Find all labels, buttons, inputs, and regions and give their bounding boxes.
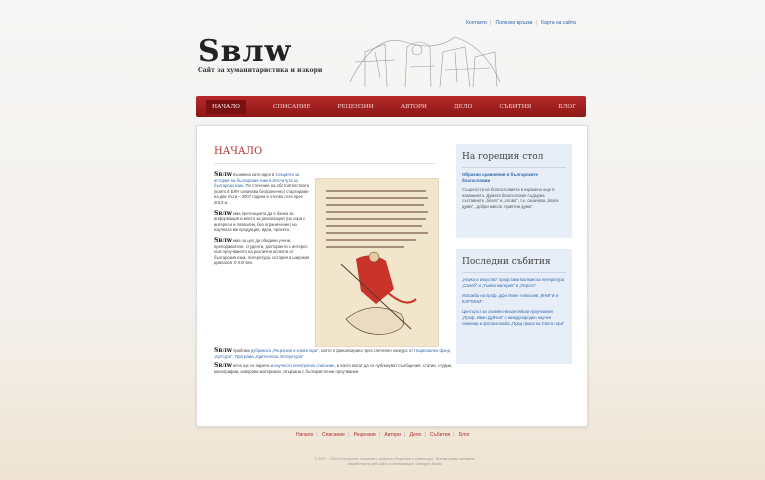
- events-box: Последни събития „Наука и изкуство“ пред…: [456, 249, 572, 364]
- header-illustration: [349, 36, 501, 88]
- hot-seat-text: Същността на благословията в изразена ощ…: [462, 187, 559, 209]
- hot-seat-box: На горещия стол Образни сравнения в бълг…: [456, 144, 572, 238]
- intro-text: Sвлw възникна като идея в Секцията за ис…: [214, 172, 312, 271]
- nav-events[interactable]: СЪБИТИЯ: [499, 104, 531, 110]
- nav-reviews[interactable]: РЕЦЕНЗИИ: [338, 104, 374, 110]
- hot-seat-link[interactable]: Образни сравнения в българските благосло…: [462, 172, 566, 183]
- footer-link-events[interactable]: Събития: [430, 432, 450, 438]
- paragraph-4: Sвлw приближ рубриката „Рецензии и комен…: [214, 347, 451, 359]
- nav-authors[interactable]: АВТОРИ: [401, 104, 427, 110]
- paragraph-1: Sвлw възникна като идея в Секцията за ис…: [214, 171, 309, 205]
- title-divider: [214, 163, 436, 164]
- paragraph-3: Sвлw има за цел да обедини учени, препод…: [214, 236, 310, 266]
- nav-journal[interactable]: СПИСАНИЕ: [273, 104, 311, 110]
- nav-blog[interactable]: БЛОГ: [558, 104, 576, 110]
- reviews-rubric-link[interactable]: рубриката „Рецензии и коментари“: [251, 348, 319, 353]
- wide-text: Sвлw приближ рубриката „Рецензии и комен…: [214, 348, 454, 378]
- main-content: НАЧАЛО Sвлw възникна като идея в Секцият…: [196, 125, 588, 427]
- footer-link-blog[interactable]: Блог: [459, 432, 470, 438]
- copyright: © 2007 – 2019 Електронно списание с рубр…: [290, 457, 500, 467]
- footer-nav: Начало | Списание | Рецензии | Автори | Дело…: [296, 432, 470, 438]
- paragraph-5: Sвлw вече ще се нарича и научното електр…: [214, 362, 453, 374]
- footer-link-journal[interactable]: Списание: [322, 432, 345, 438]
- event-item[interactable]: „Наука и изкуство“ представи Балканска л…: [462, 277, 566, 288]
- footer-link-authors[interactable]: Автори: [384, 432, 400, 438]
- credit-text: Изработка на уеб сайта и оптимизация: St…: [347, 462, 443, 466]
- page-title: НАЧАЛО: [214, 146, 263, 157]
- manuscript-image: [315, 178, 439, 347]
- top-link-sitemap[interactable]: Карта на сайта: [541, 20, 576, 26]
- hot-seat-title: На горещия стол: [462, 152, 544, 162]
- events-title: Последни събития: [462, 257, 551, 267]
- event-item[interactable]: Центърът за славяно-византийски проучван…: [462, 309, 566, 326]
- nav-home[interactable]: НАЧАЛО: [206, 99, 246, 114]
- nav-work[interactable]: ДЕЛО: [454, 104, 473, 110]
- footer-link-work[interactable]: Дело: [410, 432, 422, 438]
- journal-link[interactable]: научното електронно списание: [274, 363, 334, 368]
- paragraph-2: Sвлw има претенцията да е банка за инфор…: [214, 209, 306, 233]
- site-logo[interactable]: Sвлw Сайт за хуманитаристика и изкори: [198, 34, 322, 74]
- main-nav: НАЧАЛО СПИСАНИЕ РЕЦЕНЗИИ АВТОРИ ДЕЛО СЪБ…: [196, 96, 586, 117]
- footer-link-home[interactable]: Начало: [296, 432, 313, 438]
- logo-title: Sвлw: [198, 34, 292, 69]
- event-item[interactable]: Изложба на проф. дфн Моне Алексиев „КНИГ…: [462, 293, 566, 304]
- logo-subtitle: Сайт за хуманитаристика и изкори: [198, 67, 323, 74]
- footer-link-reviews[interactable]: Рецензии: [354, 432, 376, 438]
